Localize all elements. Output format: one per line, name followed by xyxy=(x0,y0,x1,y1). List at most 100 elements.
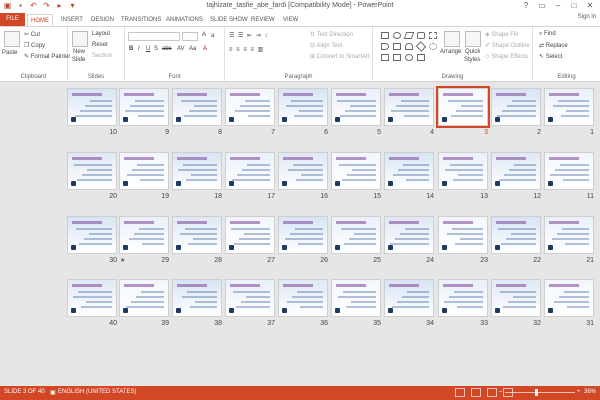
quick-styles-label[interactable]: Styles xyxy=(464,57,480,63)
shape-d-icon[interactable] xyxy=(381,43,389,50)
slide-preview[interactable] xyxy=(331,279,381,317)
align-text-button[interactable]: ⊟ Align Text xyxy=(310,42,342,49)
convert-smartart-button[interactable]: ⊞ Convert to SmartArt xyxy=(310,53,370,60)
text-direction-button[interactable]: ⇅ Text Direction xyxy=(310,31,353,38)
slide-preview[interactable] xyxy=(438,279,488,317)
font-name-box[interactable] xyxy=(128,32,180,41)
shape-fill-button[interactable]: ◈ Shape Fill xyxy=(485,31,518,38)
italic-button[interactable]: I xyxy=(138,46,140,52)
tab-view[interactable]: VIEW xyxy=(280,14,301,26)
slide-preview[interactable] xyxy=(172,88,222,126)
slide-preview[interactable] xyxy=(119,88,169,126)
new-slide-label[interactable]: Slide xyxy=(72,57,85,63)
slide-preview[interactable] xyxy=(67,216,117,254)
slide-preview[interactable] xyxy=(436,86,490,128)
shape-arrow-icon[interactable] xyxy=(381,54,389,61)
slide-preview[interactable] xyxy=(172,279,222,317)
shape-oval-icon[interactable] xyxy=(393,32,401,39)
zoom-slider-handle[interactable] xyxy=(535,389,538,396)
layout-button[interactable]: Layout xyxy=(92,31,110,37)
slide-preview[interactable] xyxy=(438,216,488,254)
zoom-level[interactable]: 36% xyxy=(584,389,596,395)
slide-preview[interactable] xyxy=(119,279,169,317)
shape-smile-icon[interactable] xyxy=(405,54,413,61)
cut-button[interactable]: ✂ Cut xyxy=(24,31,40,38)
shape-square-icon[interactable] xyxy=(393,43,401,50)
reset-button[interactable]: Reset xyxy=(92,42,108,48)
font-size-box[interactable] xyxy=(182,32,198,41)
arrange-icon[interactable] xyxy=(444,31,460,47)
slide-preview[interactable] xyxy=(172,216,222,254)
slide-preview[interactable] xyxy=(67,88,117,126)
slide-preview[interactable] xyxy=(225,152,275,190)
slide-preview[interactable] xyxy=(278,152,328,190)
shape-brace-icon[interactable] xyxy=(393,54,401,61)
shape-effects-button[interactable]: ◇ Shape Effects xyxy=(485,53,529,60)
spell-check-icon[interactable]: ▣ xyxy=(50,389,56,396)
help-button[interactable]: ? xyxy=(518,0,534,12)
tab-transitions[interactable]: TRANSITIONS xyxy=(118,14,164,26)
font-color-icon[interactable]: A xyxy=(203,46,207,52)
slide-preview[interactable] xyxy=(384,152,434,190)
tab-insert[interactable]: INSERT xyxy=(58,14,86,26)
shape-parallelogram-icon[interactable] xyxy=(403,32,415,39)
shape-star-icon[interactable] xyxy=(429,43,437,50)
shadow-button[interactable]: S xyxy=(154,46,158,52)
slide-preview[interactable] xyxy=(544,216,594,254)
tab-file[interactable]: FILE xyxy=(0,13,25,26)
slide-preview[interactable] xyxy=(331,88,381,126)
grow-font-icon[interactable]: A xyxy=(202,32,206,38)
paste-icon[interactable] xyxy=(4,31,20,47)
slide-preview[interactable] xyxy=(384,216,434,254)
bullets-icon[interactable]: ☰ ☰ ⇤ ⇥ ↕ xyxy=(229,32,268,39)
shrink-font-icon[interactable]: a xyxy=(211,33,214,39)
slide-preview[interactable] xyxy=(384,88,434,126)
underline-button[interactable]: U xyxy=(146,46,150,52)
bold-button[interactable]: B xyxy=(129,46,133,52)
strikethrough-button[interactable]: abc xyxy=(162,46,172,52)
shape-dashed-icon[interactable] xyxy=(429,32,437,39)
copy-button[interactable]: ❐ Copy xyxy=(24,42,45,49)
reading-view-icon[interactable] xyxy=(487,388,497,397)
language-indicator[interactable]: ENGLISH (UNITED STATES) xyxy=(58,389,136,395)
paste-button[interactable]: Paste xyxy=(2,50,17,56)
slide-preview[interactable] xyxy=(119,152,169,190)
slide-preview[interactable] xyxy=(225,216,275,254)
zoom-in-button[interactable]: + xyxy=(577,389,581,395)
slide-preview[interactable] xyxy=(491,88,541,126)
tab-review[interactable]: REVIEW xyxy=(248,14,278,26)
close-button[interactable]: ✕ xyxy=(582,0,598,12)
replace-button[interactable]: ⇄ Replace xyxy=(539,42,568,49)
slide-preview[interactable] xyxy=(491,279,541,317)
slide-preview[interactable] xyxy=(544,152,594,190)
slide-preview[interactable] xyxy=(67,279,117,317)
quick-styles-button[interactable]: Quick xyxy=(465,49,480,55)
slide-preview[interactable] xyxy=(172,152,222,190)
new-slide-button[interactable]: New xyxy=(73,49,85,55)
slide-preview[interactable] xyxy=(384,279,434,317)
tab-design[interactable]: DESIGN xyxy=(88,14,117,26)
align-icons[interactable]: ≡ ≡ ≡ ≡ ▥ xyxy=(229,46,264,53)
slide-preview[interactable] xyxy=(491,216,541,254)
tab-animations[interactable]: ANIMATIONS xyxy=(163,14,206,26)
normal-view-icon[interactable] xyxy=(455,388,465,397)
slide-preview[interactable] xyxy=(225,88,275,126)
quick-styles-icon[interactable] xyxy=(465,31,481,47)
slide-preview[interactable] xyxy=(544,88,594,126)
slide-sorter-view-icon[interactable] xyxy=(471,388,481,397)
format-painter-button[interactable]: ✎ Format Painter xyxy=(24,53,70,60)
slide-preview[interactable] xyxy=(331,216,381,254)
section-button[interactable]: Section xyxy=(92,53,112,59)
maximize-button[interactable]: □ xyxy=(566,0,582,12)
change-case-button[interactable]: Aa xyxy=(189,46,196,52)
slide-preview[interactable] xyxy=(278,279,328,317)
tab-slide-show[interactable]: SLIDE SHOW xyxy=(207,14,251,26)
animation-star-icon[interactable]: ★ xyxy=(120,257,125,264)
zoom-slider[interactable] xyxy=(505,392,575,393)
slide-sorter-pane[interactable]: 10 9 8 7 6 5 4 3 2 1 20 19 18 17 16 15 14 13 12 11 30 29 ★ 28 27… xyxy=(0,82,600,386)
char-spacing-button[interactable]: AV xyxy=(177,46,185,52)
slide-preview[interactable] xyxy=(119,216,169,254)
slide-preview[interactable] xyxy=(225,279,275,317)
slide-preview[interactable] xyxy=(491,152,541,190)
select-button[interactable]: ↖ Select xyxy=(539,53,562,60)
